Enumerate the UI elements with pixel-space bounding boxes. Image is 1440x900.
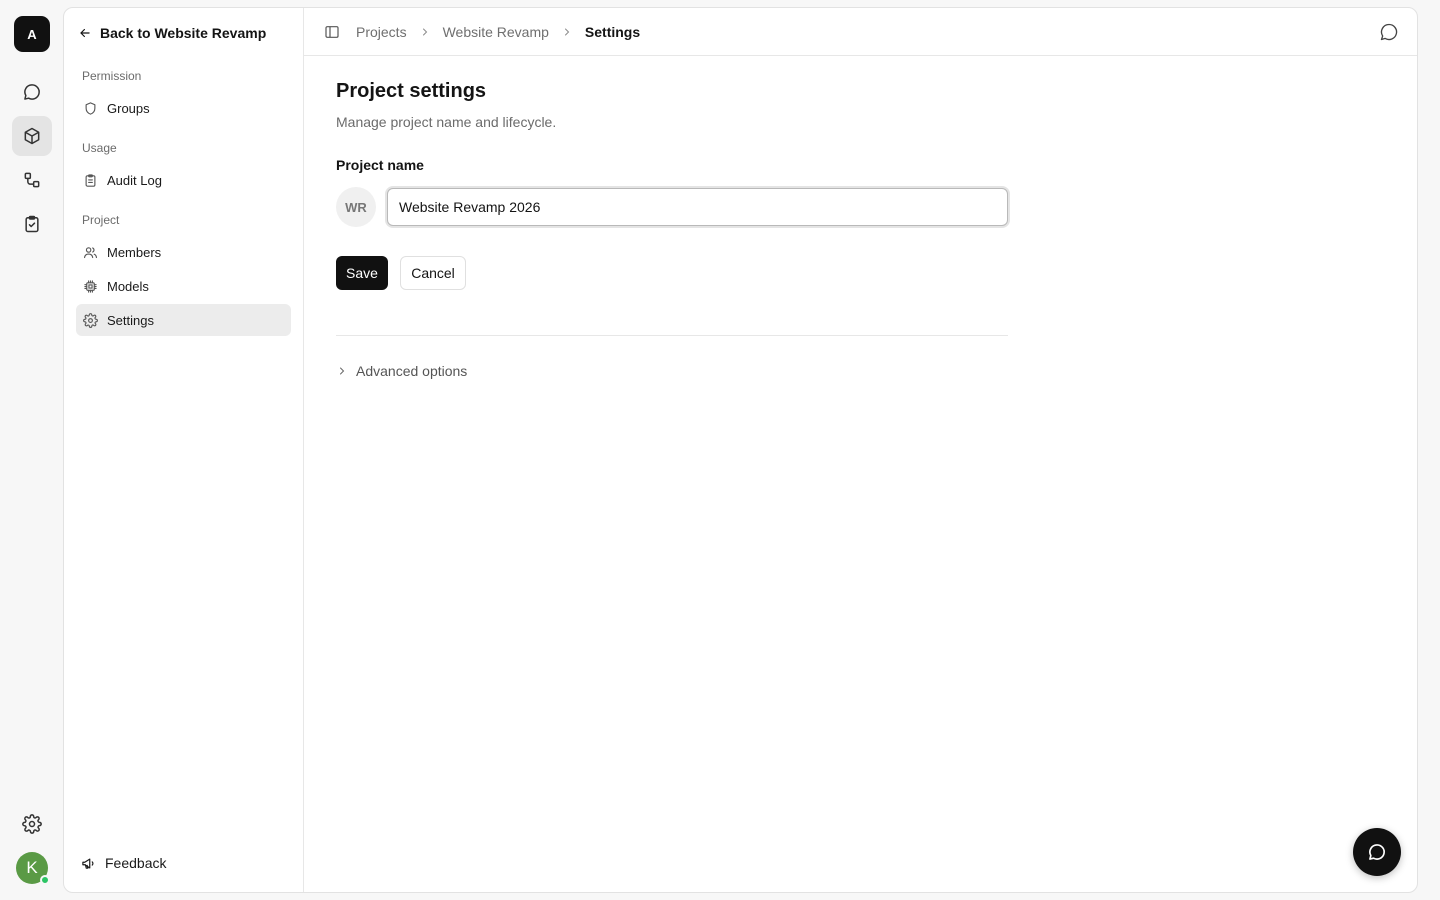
clipboard-check-icon (25, 215, 39, 233)
settings-sidebar: Back to Website Revamp Permission Groups… (64, 8, 304, 892)
project-name-label: Project name (336, 157, 424, 173)
workflow-icon (24, 172, 40, 188)
rail-chat-button[interactable] (12, 72, 52, 112)
feedback-button[interactable]: Feedback (81, 852, 166, 874)
breadcrumb-website-revamp[interactable]: Website Revamp (443, 24, 549, 40)
feedback-label: Feedback (105, 855, 167, 871)
sidebar-item-label: Settings (107, 312, 154, 328)
chevron-right-icon (422, 28, 427, 36)
chip-icon (84, 279, 97, 293)
sidebar-item-groups[interactable]: Groups (76, 92, 291, 124)
chevron-right-icon (564, 28, 570, 36)
section-label-usage: Usage (82, 141, 117, 155)
chevron-right-icon (340, 367, 345, 375)
workspace-logo[interactable]: A (14, 16, 50, 52)
online-status-dot (40, 875, 50, 885)
sidebar-item-label: Groups (107, 100, 150, 116)
breadcrumb: Projects Website Revamp Settings (356, 22, 640, 42)
project-avatar: WR (336, 187, 376, 227)
workspace-initial: A (27, 26, 37, 42)
arrow-left-icon (80, 28, 90, 38)
sidebar-toggle-icon[interactable] (324, 24, 340, 40)
back-link-label: Back to Website Revamp (100, 25, 267, 41)
sidebar-item-models[interactable]: Models (76, 270, 291, 302)
breadcrumb-projects[interactable]: Projects (356, 24, 407, 40)
project-initials: WR (345, 199, 367, 215)
advanced-options-label: Advanced options (356, 363, 468, 379)
floating-chat-button[interactable] (1353, 828, 1401, 876)
section-divider (336, 335, 1008, 336)
rail-workflows-button[interactable] (12, 160, 52, 200)
page-title: Project settings (336, 80, 487, 102)
chat-icon (1369, 844, 1385, 860)
section-label-permission: Permission (82, 69, 142, 83)
megaphone-icon (82, 858, 94, 869)
sidebar-item-label: Members (107, 244, 162, 260)
project-name-input[interactable] (387, 188, 1008, 226)
sidebar-item-label: Models (107, 278, 149, 294)
user-initial: K (26, 858, 38, 877)
sidebar-item-settings[interactable]: Settings (76, 304, 291, 336)
advanced-options-toggle[interactable]: Advanced options (336, 360, 467, 382)
back-to-project-link[interactable]: Back to Website Revamp (78, 22, 266, 44)
sidebar-item-members[interactable]: Members (76, 236, 291, 268)
rail-tasks-button[interactable] (12, 204, 52, 244)
app-rail: A K (0, 0, 64, 900)
users-icon (84, 246, 97, 258)
rail-projects-button[interactable] (12, 116, 52, 156)
sidebar-item-label: Audit Log (107, 172, 162, 188)
save-button[interactable]: Save (336, 256, 388, 290)
cube-icon (24, 127, 40, 145)
gear-icon (22, 814, 42, 834)
chat-icon (24, 84, 40, 100)
shield-icon (85, 101, 96, 115)
cancel-button[interactable]: Cancel (400, 256, 466, 290)
gear-icon (83, 312, 98, 328)
page-subtitle: Manage project name and lifecycle. (336, 114, 557, 130)
user-avatar[interactable]: K (16, 852, 50, 885)
rail-settings-button[interactable] (12, 804, 52, 844)
clipboard-icon (85, 173, 96, 187)
main-panel: Back to Website Revamp Permission Groups… (63, 7, 1418, 893)
breadcrumb-settings: Settings (584, 24, 641, 40)
section-label-project: Project (82, 213, 120, 227)
chat-icon[interactable] (1379, 22, 1399, 42)
top-bar: Projects Website Revamp Settings (304, 8, 1417, 56)
sidebar-item-audit-log[interactable]: Audit Log (76, 164, 291, 196)
